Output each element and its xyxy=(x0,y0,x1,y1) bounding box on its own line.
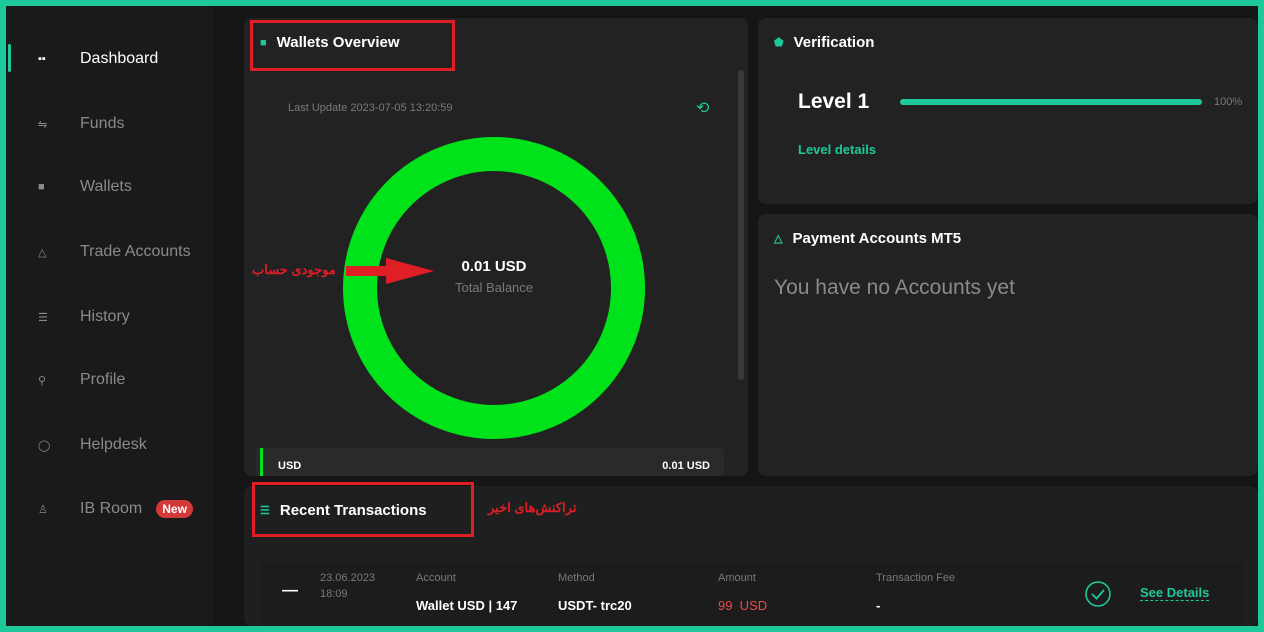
triangle-icon: △ xyxy=(774,233,783,245)
scrollbar[interactable] xyxy=(738,70,744,380)
annotation-box-wallets xyxy=(250,20,455,71)
verification-percent: 100% xyxy=(1214,96,1243,108)
shield-icon: ⬟ xyxy=(774,37,784,49)
tx-account: Wallet USD | 147 xyxy=(416,598,518,613)
sidebar-item-ib-room[interactable]: ♙ IB Room New xyxy=(6,494,214,524)
wallet-icon: ■ xyxy=(38,181,45,193)
dashboard-icon: ▪▪ xyxy=(38,53,46,65)
payment-accounts-title: △ Payment Accounts MT5 xyxy=(774,230,961,247)
refresh-history-icon[interactable]: ⟲ xyxy=(696,98,709,118)
sidebar-item-label: Helpdesk xyxy=(80,436,147,453)
sidebar-item-label: Funds xyxy=(80,115,125,132)
level-details-link[interactable]: Level details xyxy=(798,142,876,157)
trade-icon: △ xyxy=(38,246,47,259)
verification-title: ⬟ Verification xyxy=(774,34,874,51)
annotation-balance-text: موجودی حساب xyxy=(252,262,336,277)
sidebar-item-label: Wallets xyxy=(80,178,132,195)
sidebar-item-funds[interactable]: ⇋ Funds xyxy=(6,109,214,139)
verification-title-text: Verification xyxy=(793,34,875,51)
tx-amount: 99 USD xyxy=(718,598,768,613)
sidebar-item-wallets[interactable]: ■ Wallets xyxy=(6,172,214,202)
total-balance-value: 0.01 USD xyxy=(461,258,527,275)
annotation-box-transactions xyxy=(252,482,474,537)
history-icon: ☰ xyxy=(38,311,48,324)
verification-card: ⬟ Verification Level 1 100% Level detail… xyxy=(758,18,1258,204)
tx-time: 18:09 xyxy=(320,588,348,600)
sidebar-item-dashboard[interactable]: ▪▪ Dashboard xyxy=(6,44,214,74)
verification-progress-fill xyxy=(900,99,1202,105)
sidebar-item-history[interactable]: ☰ History xyxy=(6,302,214,332)
wallet-legend-row: USD 0.01 USD xyxy=(256,448,724,476)
annotation-transactions-text: تراکنش‌های اخیر xyxy=(488,500,577,515)
new-badge: New xyxy=(156,500,193,518)
sidebar: ▪▪ Dashboard ⇋ Funds ■ Wallets △ Trade A… xyxy=(6,6,214,626)
sidebar-item-label: Profile xyxy=(80,371,126,388)
annotation-arrow-icon xyxy=(346,258,434,284)
total-balance-label: Total Balance xyxy=(454,280,534,295)
last-update: Last Update 2023-07-05 13:20:59 xyxy=(288,102,453,114)
ibroom-icon: ♙ xyxy=(38,503,48,516)
tx-method: USDT- trc20 xyxy=(558,598,632,613)
tx-fee: - xyxy=(876,598,881,613)
legend-currency: USD xyxy=(278,460,302,472)
app-frame: ▪▪ Dashboard ⇋ Funds ■ Wallets △ Trade A… xyxy=(6,6,1258,626)
verification-level: Level 1 xyxy=(798,90,870,113)
legend-color-bar xyxy=(260,448,263,476)
sidebar-item-label: Trade Accounts xyxy=(80,243,191,260)
payment-accounts-card: △ Payment Accounts MT5 You have no Accou… xyxy=(758,214,1258,476)
helpdesk-icon: ◯ xyxy=(38,439,51,452)
sidebar-item-label: History xyxy=(80,308,130,325)
no-accounts-message: You have no Accounts yet xyxy=(774,276,1015,299)
verification-progress-track xyxy=(900,99,1202,105)
sidebar-item-label: IB Room xyxy=(80,500,143,517)
tx-amount-label: Amount xyxy=(718,572,756,584)
sidebar-item-trade-accounts[interactable]: △ Trade Accounts xyxy=(6,237,214,267)
sidebar-item-label: Dashboard xyxy=(80,50,159,67)
profile-icon: ⚲ xyxy=(38,374,47,387)
collapse-icon[interactable]: — xyxy=(282,582,298,600)
sidebar-item-profile[interactable]: ⚲ Profile xyxy=(6,365,214,395)
tx-fee-label: Transaction Fee xyxy=(876,572,956,584)
tx-date: 23.06.2023 xyxy=(320,572,376,584)
success-check-icon xyxy=(1085,581,1111,607)
sidebar-item-helpdesk[interactable]: ◯ Helpdesk xyxy=(6,430,214,460)
legend-value: 0.01 USD xyxy=(662,460,710,472)
tx-account-label: Account xyxy=(416,572,456,584)
wallets-overview-card: ■ Wallets Overview Last Update 2023-07-0… xyxy=(244,18,748,476)
payment-title-text: Payment Accounts MT5 xyxy=(792,230,962,247)
see-details-link[interactable]: See Details xyxy=(1140,585,1210,601)
funds-icon: ⇋ xyxy=(38,118,48,131)
tx-method-label: Method xyxy=(558,572,595,584)
transaction-row[interactable]: — 23.06.2023 18:09 Account Wallet USD | … xyxy=(260,562,1244,626)
